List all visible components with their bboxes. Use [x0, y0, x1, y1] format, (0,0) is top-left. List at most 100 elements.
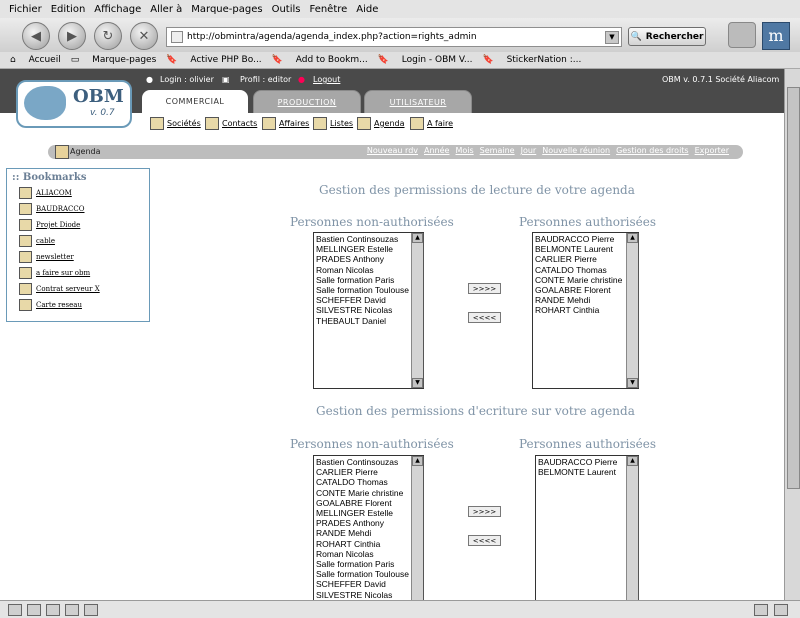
subnav-listes[interactable]: Listes	[313, 117, 353, 130]
read-remove-button[interactable]: <<<<	[468, 312, 501, 323]
page-scrollbar[interactable]	[784, 69, 800, 600]
back-button[interactable]: ◀	[22, 22, 50, 50]
menu-affichage[interactable]: Affichage	[94, 4, 141, 15]
list-option[interactable]: SCHEFFER David	[316, 579, 412, 589]
url-field[interactable]: http://obmintra/agenda/agenda_index.php?…	[166, 27, 622, 47]
scroll-down-arrow-icon[interactable]: ▼	[412, 378, 423, 388]
link-gestion-droits[interactable]: Gestion des droits	[616, 146, 688, 155]
menu-outils[interactable]: Outils	[272, 4, 301, 15]
navigator-icon[interactable]	[8, 604, 22, 616]
list-option[interactable]: PRADES Anthony	[316, 254, 412, 264]
list-option[interactable]: PRADES Anthony	[316, 518, 412, 528]
list-option[interactable]: CATALDO Thomas	[535, 265, 627, 275]
subnav-affaires[interactable]: Affaires	[262, 117, 309, 130]
mail-icon[interactable]	[27, 604, 41, 616]
bookmark-item[interactable]: a faire sur obm	[19, 267, 149, 279]
bookmark-item[interactable]: Projet Diode	[19, 219, 149, 231]
stop-button[interactable]: ✕	[130, 22, 158, 50]
menu-aide[interactable]: Aide	[356, 4, 378, 15]
menu-fenetre[interactable]: Fenêtre	[309, 4, 347, 15]
list-option[interactable]: Salle formation Paris	[316, 275, 412, 285]
write-authorized-list[interactable]: BAUDRACCO Pierre BELMONTE Laurent ▲	[535, 455, 639, 601]
list-option[interactable]: MELLINGER Estelle	[316, 508, 412, 518]
list-option[interactable]: SCHEFFER David	[316, 295, 412, 305]
scroll-up-arrow-icon[interactable]: ▲	[627, 233, 638, 243]
list-option[interactable]: THEBAULT Daniel	[316, 316, 412, 326]
menu-edition[interactable]: Edition	[51, 4, 86, 15]
list-option[interactable]: Bastien Continsouzas	[316, 457, 412, 467]
list-option[interactable]: SILVESTRE Nicolas	[316, 590, 412, 600]
composer-icon[interactable]	[46, 604, 60, 616]
list-option[interactable]: Bastien Continsouzas	[316, 234, 412, 244]
reload-button[interactable]: ↻	[94, 22, 122, 50]
link-nouveau-rdv[interactable]: Nouveau rdv	[367, 146, 418, 155]
bookmark-item[interactable]: BAUDRACCO	[19, 203, 149, 215]
list-option[interactable]: GOALABRE Florent	[316, 498, 412, 508]
bookmark-accueil[interactable]: ⌂ Accueil	[10, 55, 61, 65]
scroll-up-arrow-icon[interactable]: ▲	[412, 233, 423, 243]
link-jour[interactable]: Jour	[521, 146, 537, 155]
list-option[interactable]: ROHART Cinthia	[535, 305, 627, 315]
list-scrollbar[interactable]: ▲ ▼	[626, 233, 639, 388]
list-option[interactable]: CARLIER Pierre	[316, 467, 412, 477]
logout-link[interactable]: Logout	[313, 75, 340, 84]
subnav-contacts[interactable]: Contacts	[205, 117, 257, 130]
list-option[interactable]: Roman Nicolas	[316, 549, 412, 559]
list-scrollbar[interactable]: ▲ ▼	[411, 233, 424, 388]
bookmark-item[interactable]: Contrat serveur X	[19, 283, 149, 295]
scroll-down-arrow-icon[interactable]: ▼	[627, 378, 638, 388]
subnav-a-faire[interactable]: A faire	[410, 117, 453, 130]
list-option[interactable]: RANDE Mehdi	[316, 528, 412, 538]
bookmark-marque-pages[interactable]: ▭ Marque-pages	[71, 55, 157, 65]
link-annee[interactable]: Année	[424, 146, 449, 155]
list-option[interactable]: BAUDRACCO Pierre	[535, 234, 627, 244]
scroll-up-arrow-icon[interactable]: ▲	[412, 456, 423, 466]
bookmark-login-obm[interactable]: 🔖 Login - OBM V...	[378, 55, 473, 65]
list-option[interactable]: SILVESTRE Nicolas	[316, 305, 412, 315]
list-option[interactable]: CARLIER Pierre	[535, 254, 627, 264]
list-scrollbar[interactable]: ▲	[411, 456, 424, 601]
list-option[interactable]: ROHART Cinthia	[316, 539, 412, 549]
bookmark-item[interactable]: ALIACOM	[19, 187, 149, 199]
url-dropdown-button[interactable]: ▼	[605, 31, 619, 44]
tab-utilisateur[interactable]: UTILISATEUR	[364, 90, 472, 115]
list-option[interactable]: BELMONTE Laurent	[538, 467, 627, 477]
link-mois[interactable]: Mois	[455, 146, 473, 155]
bookmark-item[interactable]: Carte reseau	[19, 299, 149, 311]
list-option[interactable]: GOALABRE Florent	[535, 285, 627, 295]
subnav-societes[interactable]: Sociétés	[150, 117, 201, 130]
page-scrollbar-thumb[interactable]	[787, 87, 800, 489]
bookmark-active-php[interactable]: 🔖 Active PHP Bo...	[166, 55, 261, 65]
chat-icon[interactable]	[84, 604, 98, 616]
list-option[interactable]: MELLINGER Estelle	[316, 244, 412, 254]
list-option[interactable]: Salle formation Toulouse	[316, 569, 412, 579]
print-icon[interactable]	[728, 22, 756, 48]
tab-production[interactable]: PRODUCTION	[253, 90, 361, 115]
menu-aller[interactable]: Aller à	[150, 4, 182, 15]
address-book-icon[interactable]	[65, 604, 79, 616]
list-option[interactable]: Salle formation Toulouse	[316, 285, 412, 295]
bookmark-item[interactable]: cable	[19, 235, 149, 247]
list-option[interactable]: CATALDO Thomas	[316, 477, 412, 487]
list-option[interactable]: BAUDRACCO Pierre	[538, 457, 627, 467]
list-scrollbar[interactable]: ▲	[626, 456, 639, 601]
list-option[interactable]: Salle formation Paris	[316, 559, 412, 569]
read-unauthorized-list[interactable]: Bastien Continsouzas MELLINGER Estelle PRA…	[313, 232, 424, 389]
write-add-button[interactable]: >>>>	[468, 506, 501, 517]
bookmark-item[interactable]: newsletter	[19, 251, 149, 263]
read-authorized-list[interactable]: BAUDRACCO Pierre BELMONTE Laurent CARLIER …	[532, 232, 639, 389]
list-option[interactable]: Roman Nicolas	[316, 265, 412, 275]
list-option[interactable]: CONTE Marie christine	[316, 488, 412, 498]
link-semaine[interactable]: Semaine	[480, 146, 515, 155]
write-remove-button[interactable]: <<<<	[468, 535, 501, 546]
menu-marque-pages[interactable]: Marque-pages	[191, 4, 262, 15]
search-button[interactable]: 🔍 Rechercher	[628, 27, 706, 46]
menu-fichier[interactable]: Fichier	[9, 4, 42, 15]
read-add-button[interactable]: >>>>	[468, 283, 501, 294]
link-nouvelle-reunion[interactable]: Nouvelle réunion	[542, 146, 610, 155]
list-option[interactable]: RANDE Mehdi	[535, 295, 627, 305]
list-option[interactable]: CONTE Marie christine	[535, 275, 627, 285]
link-exporter[interactable]: Exporter	[695, 146, 729, 155]
forward-button[interactable]: ▶	[58, 22, 86, 50]
list-option[interactable]: BELMONTE Laurent	[535, 244, 627, 254]
